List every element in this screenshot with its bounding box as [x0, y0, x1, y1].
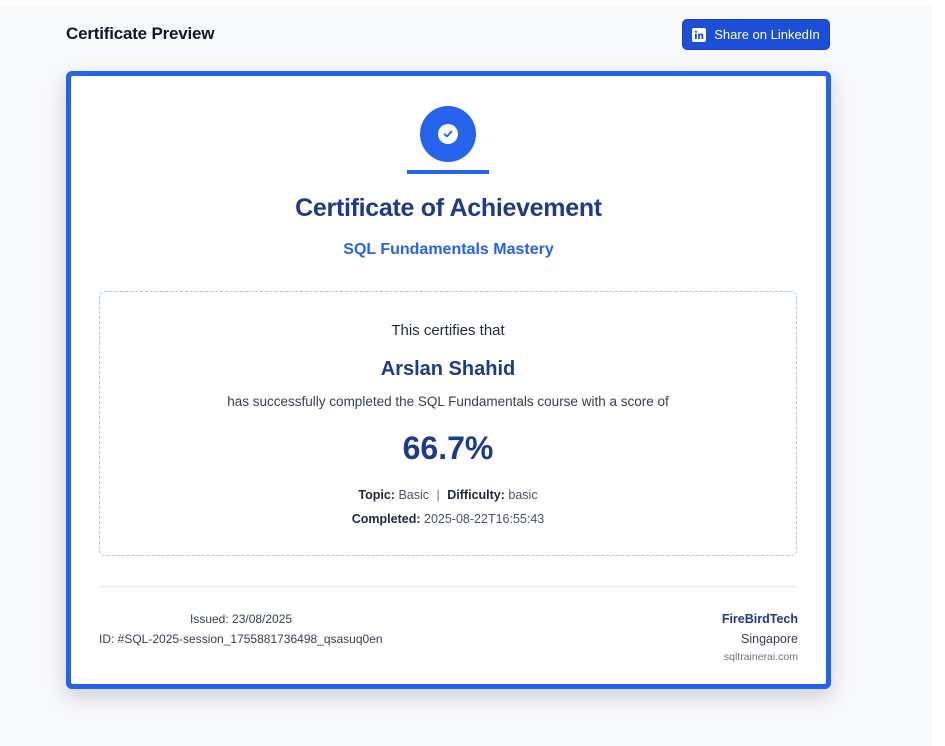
topic-value: Basic — [398, 488, 430, 502]
course-title: SQL Fundamentals Mastery — [343, 241, 554, 258]
certifies-text: This certifies that — [391, 322, 505, 339]
linkedin-icon — [692, 27, 707, 42]
org-name: FireBirdTech — [721, 612, 798, 626]
certificate-details-box: This certifies that Arslan Shahid has su… — [99, 291, 797, 556]
completed-label: Completed: — [351, 512, 421, 526]
page: Certificate Preview Share on LinkedIn Ce… — [0, 6, 932, 746]
certificate-frame: Certificate of Achievement SQL Fundament… — [66, 71, 831, 689]
certificate-id: ID: #SQL-2025-session_1755881736498_qsas… — [99, 632, 383, 646]
difficulty-value: basic — [508, 488, 538, 502]
footer-divider — [99, 586, 797, 587]
check-circle-icon — [438, 124, 458, 144]
org-location: Singapore — [741, 632, 798, 646]
share-linkedin-label: Share on LinkedIn — [714, 27, 820, 42]
completed-value: 2025-08-22T16:55:43 — [424, 512, 545, 526]
completed-line: Completed: 2025-08-22T16:55:43 — [100, 512, 796, 526]
difficulty-label: Difficulty: — [447, 488, 505, 502]
page-title: Certificate Preview — [66, 24, 215, 43]
badge-underline — [407, 170, 489, 174]
certificate-footer-right: FireBirdTech Singapore sqltrainerai.com — [722, 609, 798, 665]
certificate-heading: Certificate of Achievement — [295, 194, 602, 222]
certificate-card: Certificate of Achievement SQL Fundament… — [71, 76, 826, 684]
topic-difficulty-line: Topic: Basic | Difficulty: basic — [100, 488, 796, 502]
recipient-name: Arslan Shahid — [380, 358, 516, 380]
certificate-footer-left: Issued: 23/08/2025 ID: #SQL-2025-session… — [99, 609, 383, 649]
share-linkedin-button[interactable]: Share on LinkedIn — [682, 19, 830, 50]
issued-date: Issued: 23/08/2025 — [190, 612, 293, 626]
topic-label: Topic: — [358, 488, 395, 502]
meta-separator: | — [436, 488, 440, 502]
org-website: sqltrainerai.com — [723, 651, 798, 663]
score-value: 66.7% — [402, 430, 494, 466]
certificate-badge — [420, 106, 476, 162]
completion-text: has successfully completed the SQL Funda… — [227, 394, 669, 409]
